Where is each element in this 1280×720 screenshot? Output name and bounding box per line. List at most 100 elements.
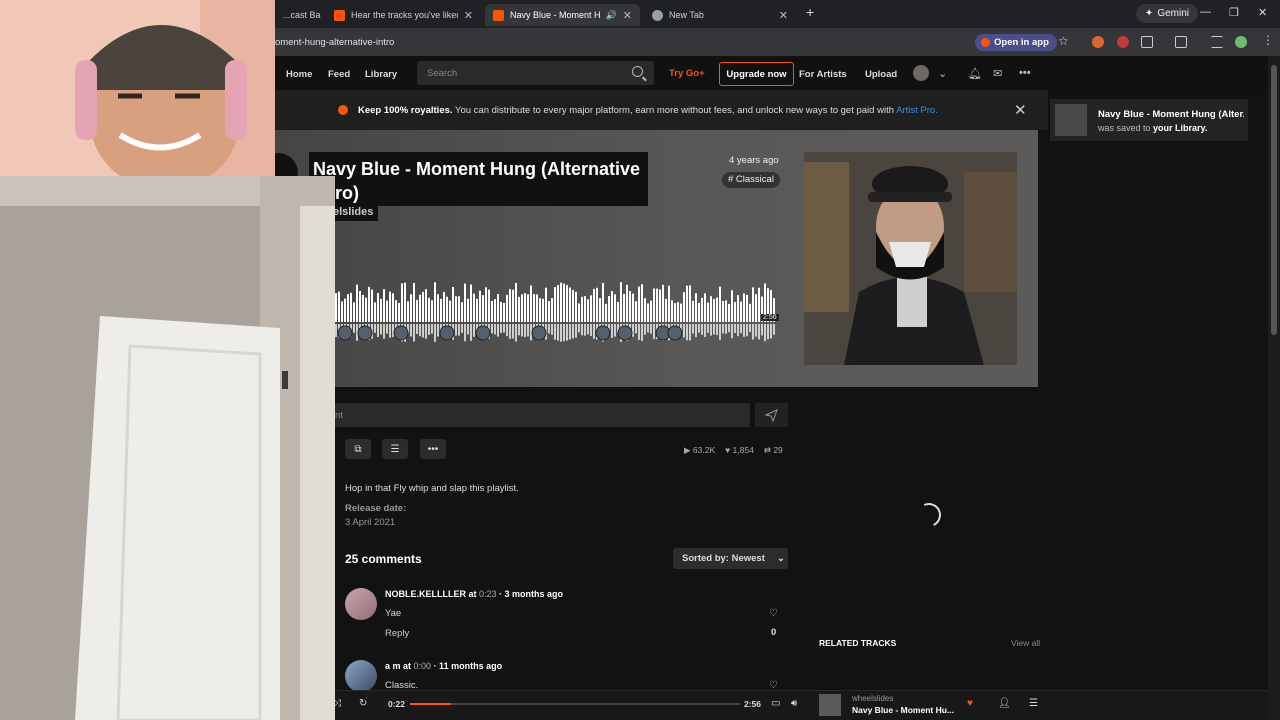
comment-timestamp[interactable]: 0:23 [479, 589, 497, 599]
search-input[interactable]: Search [417, 61, 654, 85]
waveform-bar [647, 303, 649, 322]
nav-library[interactable]: Library [365, 69, 397, 80]
for-artists-link[interactable]: For Artists [799, 69, 847, 80]
tab-new-tab[interactable]: New Tab ✕ [644, 4, 796, 26]
waveform-comment-avatar[interactable] [393, 325, 409, 341]
new-tab-button[interactable]: + [806, 4, 814, 20]
waveform[interactable] [335, 276, 778, 344]
heart-icon[interactable]: ♥ [967, 698, 973, 709]
player-artwork[interactable] [819, 694, 841, 716]
tab-podcast[interactable]: ...cast Ba ✕ [275, 4, 323, 26]
more-vert-icon[interactable]: ⋮ [1262, 33, 1274, 47]
bell-icon[interactable]: 🔔︎ [968, 67, 982, 80]
reading-list-icon[interactable] [1211, 36, 1223, 48]
upgrade-button[interactable]: Upgrade now [719, 62, 794, 86]
waveform-bar [623, 293, 625, 322]
sort-dropdown[interactable]: Sorted by: Newest ⌄ [673, 548, 788, 569]
close-icon[interactable]: ✕ [623, 9, 632, 22]
waveform-bar [617, 302, 619, 322]
waveform-bar [392, 293, 394, 322]
banner-text: Keep 100% royalties. You can distribute … [358, 105, 938, 116]
waveform-comment-avatar[interactable] [475, 325, 491, 341]
copy-link-button[interactable]: ⧉ [345, 439, 371, 459]
comment-timestamp[interactable]: 0:00 [414, 661, 432, 671]
avatar[interactable] [345, 660, 377, 692]
mail-icon[interactable]: ✉ [993, 67, 1002, 80]
upload-link[interactable]: Upload [865, 69, 897, 80]
view-all-link[interactable]: View all [1011, 638, 1040, 648]
heart-icon[interactable]: ♡ [769, 608, 778, 619]
follow-icon[interactable]: 👤︎ [998, 698, 1011, 709]
progress-fill[interactable] [410, 703, 451, 705]
more-button[interactable]: ••• [420, 439, 446, 459]
nav-home[interactable]: Home [286, 69, 312, 80]
waveform-bar [395, 300, 397, 322]
queue-icon[interactable]: ☰ [1029, 698, 1038, 709]
puzzle-icon[interactable] [1141, 36, 1153, 48]
waveform-bar [350, 292, 352, 322]
library-link[interactable]: your Library. [1153, 123, 1207, 133]
star-icon[interactable]: ☆ [1058, 34, 1070, 48]
avatar[interactable] [913, 65, 929, 81]
genre-tag[interactable]: # Classical [722, 172, 780, 188]
search-icon[interactable] [632, 66, 643, 77]
waveform-comment-avatar[interactable] [595, 325, 611, 341]
close-icon[interactable]: ✕ [779, 9, 788, 22]
waveform-comment-avatar[interactable] [357, 325, 373, 341]
comment-user[interactable]: NOBLE.KELLLLER [385, 589, 466, 599]
close-window-icon[interactable]: ✕ [1258, 6, 1267, 19]
extension-icon[interactable] [1092, 36, 1104, 48]
waveform-bar [680, 303, 682, 322]
tab-navy-blue[interactable]: Navy Blue - Moment Hung 🔊 ✕ [485, 4, 640, 26]
waveform-reflection [425, 324, 427, 339]
waveform-reflection [551, 324, 553, 335]
send-button[interactable] [755, 403, 788, 427]
player-title[interactable]: Navy Blue - Moment Hu... [852, 705, 954, 715]
waveform-reflection [413, 324, 415, 342]
avatar[interactable] [345, 588, 377, 620]
url-text[interactable]: oment-hung-alternative-intro [275, 37, 394, 48]
waveform-reflection [722, 324, 724, 334]
chevron-down-icon[interactable]: ⌄ [938, 67, 947, 80]
sort-label: Sorted by: Newest [682, 553, 765, 564]
close-icon[interactable]: ✕ [464, 9, 473, 22]
extension-icon[interactable] [1117, 36, 1129, 48]
waveform-comment-avatar[interactable] [617, 325, 633, 341]
tab-liked-tracks[interactable]: Hear the tracks you've liked: on ✕ [326, 4, 481, 26]
comment-user[interactable]: a m [385, 661, 401, 671]
reposts-count: 29 [773, 445, 783, 455]
gemini-button[interactable]: ✦ Gemini [1135, 4, 1198, 23]
cast-icon[interactable]: ▭ [771, 698, 780, 709]
add-to-playlist-button[interactable]: ☰ [382, 439, 408, 459]
sparkle-icon: ✦ [1144, 8, 1154, 19]
close-icon[interactable]: ✕ [1014, 101, 1027, 119]
player-artist[interactable]: wheelslides [852, 694, 893, 703]
nav-feed[interactable]: Feed [328, 69, 350, 80]
loading-spinner-icon [913, 499, 945, 531]
artist-pro-link[interactable]: Artist Pro. [896, 105, 938, 116]
avatar[interactable] [1235, 36, 1247, 48]
waveform-reflection [560, 324, 562, 342]
repeat-icon[interactable]: ↻ [359, 698, 367, 709]
waveform-comment-avatar[interactable] [337, 325, 353, 341]
banner-body: You can distribute to every major platfo… [452, 105, 897, 116]
waveform-comment-avatar[interactable] [667, 325, 683, 341]
cast-icon[interactable] [1175, 36, 1187, 48]
more-icon[interactable]: ••• [1019, 67, 1031, 79]
waveform-bar [578, 303, 580, 322]
speaker-icon[interactable]: 🔊 [606, 10, 617, 21]
waveform-comment-avatar[interactable] [531, 325, 547, 341]
webcam-overlay-room [0, 176, 335, 720]
try-go-link[interactable]: Try Go+ [669, 68, 705, 79]
minimize-icon[interactable]: — [1200, 6, 1211, 18]
scrollbar-thumb[interactable] [1271, 65, 1277, 335]
progress-track[interactable] [410, 703, 740, 705]
volume-icon[interactable]: 🔊︎ [791, 698, 797, 709]
reply-button[interactable]: Reply [385, 628, 409, 639]
waveform-reflection [728, 324, 730, 333]
waveform-reflection [587, 324, 589, 335]
waveform-comment-avatar[interactable] [439, 325, 455, 341]
restore-icon[interactable]: ❐ [1229, 6, 1239, 19]
comment-input[interactable]: nt [335, 403, 750, 427]
open-in-app-button[interactable]: Open in app [975, 34, 1057, 51]
